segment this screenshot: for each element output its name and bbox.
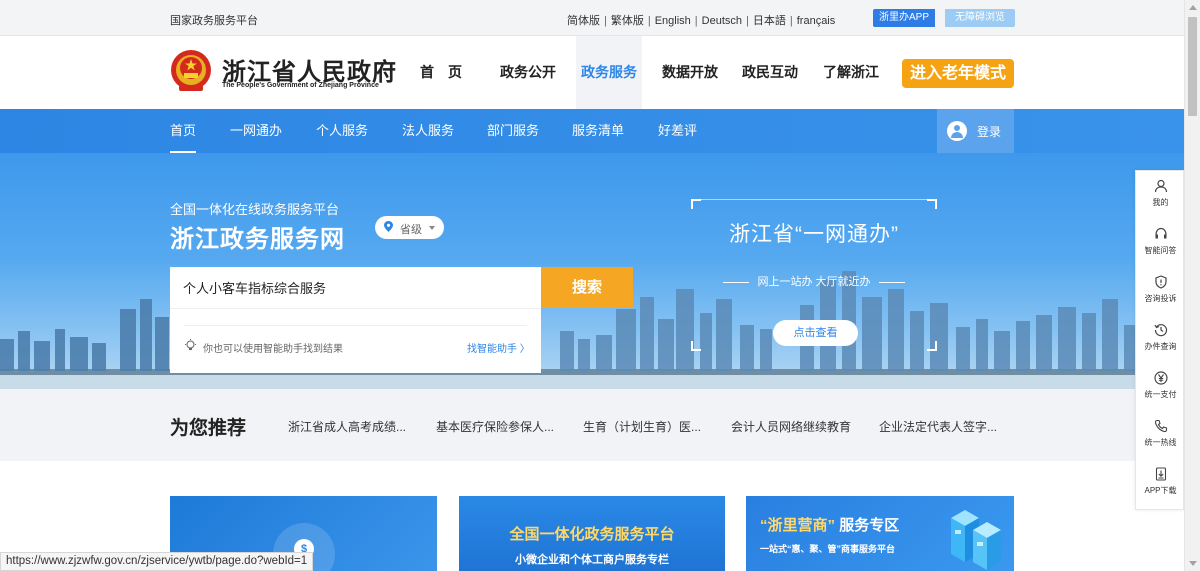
recommend-item[interactable]: 基本医疗保险参保人... (436, 418, 554, 435)
promo-slogan: 网上一站办 大厅就近办 (691, 273, 937, 289)
region-level-select[interactable]: 省级 (375, 216, 444, 239)
lang-japanese[interactable]: 日本語 (753, 15, 786, 27)
login-label: 登录 (977, 125, 1002, 139)
nav-open-data[interactable]: 数据开放 (662, 36, 718, 109)
frame-corner (927, 341, 937, 351)
search-input[interactable] (170, 267, 541, 308)
status-bar-url: https://www.zjzwfw.gov.cn/zjservice/ywtb… (0, 552, 314, 571)
promo-title: 浙江省“一网通办” (729, 223, 899, 246)
nav-interaction[interactable]: 政民互动 (742, 36, 798, 109)
frame-corner (691, 199, 701, 209)
search-suggestion-panel: 你也可以使用智能助手找到结果 找智能助手 〉 (170, 308, 541, 373)
phone-icon (1154, 419, 1167, 433)
hero-subtitle: 全国一体化在线政务服务平台 (170, 202, 340, 217)
elder-mode-button[interactable]: 进入老年模式 (902, 59, 1014, 88)
toolbar-label: 统一支付 (1144, 390, 1177, 399)
history-icon (1153, 324, 1167, 337)
toolbar-case-query[interactable]: 办件查询 (1136, 323, 1185, 352)
yen-icon (1153, 371, 1168, 385)
lang-traditional[interactable]: 繁体版 (611, 15, 644, 27)
region-level-value: 省级 (400, 224, 422, 236)
recommend-section: 为您推荐 浙江省成人高考成绩... 基本医疗保险参保人... 生育（计划生育）医… (0, 389, 1184, 461)
subnav-legal-entity[interactable]: 法人服务 (402, 109, 454, 153)
card-title: “浙里营商” 服务专区 (760, 514, 899, 535)
lang-german[interactable]: Deutsch (702, 15, 742, 27)
nav-about-zhejiang[interactable]: 了解浙江 (823, 36, 879, 109)
subnav-one-stop[interactable]: 一网通办 (230, 109, 282, 153)
nav-gov-services[interactable]: 政务服务 (576, 36, 642, 109)
floating-toolbar: 我的 智能问答 咨询投诉 办件查询 统一支付 统一热线 APP下载 (1135, 170, 1184, 510)
user-icon (1154, 179, 1167, 193)
lightbulb-icon (185, 339, 196, 350)
recommend-item[interactable]: 会计人员网络继续教育 (731, 418, 851, 435)
login-button[interactable]: 登录 (937, 109, 1014, 153)
recommend-item[interactable]: 生育（计划生育）医... (583, 418, 701, 435)
subnav-personal[interactable]: 个人服务 (316, 109, 368, 153)
subnav-department[interactable]: 部门服务 (487, 109, 539, 153)
toolbar-payment[interactable]: 统一支付 (1136, 371, 1185, 400)
toolbar-label: 咨询投诉 (1144, 294, 1177, 303)
subnav-rating[interactable]: 好差评 (658, 109, 697, 153)
lang-french[interactable]: français (797, 15, 836, 27)
recommend-heading: 为您推荐 (170, 418, 247, 439)
subnav-service-list[interactable]: 服务清单 (572, 109, 624, 153)
toolbar-complaints[interactable]: 咨询投诉 (1136, 275, 1185, 304)
card-title-quote: “浙里营商” (760, 517, 836, 534)
subnav-home[interactable]: 首页 (170, 109, 197, 153)
toolbar-label: APP下载 (1144, 486, 1177, 495)
frame-corner (691, 341, 701, 351)
frame-corner (927, 199, 937, 209)
national-platform-link[interactable]: 国家政务服务平台 (170, 12, 258, 28)
national-emblem-icon (171, 50, 211, 91)
accessibility-button[interactable]: 无障碍浏览 (945, 9, 1015, 27)
toolbar-label: 统一热线 (1144, 438, 1177, 447)
download-icon (1155, 467, 1166, 481)
toolbar-label: 我的 (1152, 198, 1169, 207)
hero-banner: 全国一体化在线政务服务平台 浙江政务服务网 省级 搜索 你也可以使用智能助手找到… (0, 153, 1184, 389)
user-avatar-icon (947, 121, 967, 141)
search-bar: 搜索 (170, 267, 633, 308)
assistant-hint-text: 你也可以使用智能助手找到结果 (203, 344, 343, 355)
location-pin-icon (384, 221, 393, 232)
feature-card-business-zone[interactable]: “浙里营商” 服务专区 一站式“惠、聚、管”商事服务平台 (746, 496, 1014, 571)
shield-icon (1154, 275, 1167, 289)
chevron-down-icon (429, 226, 435, 230)
divider (184, 325, 527, 326)
language-switcher: 简体版 | 繁体版 | English | Deutsch | 日本語 | français (567, 15, 836, 27)
scroll-down-arrow-icon[interactable] (1189, 561, 1197, 566)
card-subtitle: 一站式“惠、聚、管”商事服务平台 (760, 544, 896, 554)
scroll-thumb[interactable] (1188, 17, 1197, 116)
card-subtitle: 小微企业和个体工商户服务专栏 (515, 554, 669, 566)
scroll-up-arrow-icon[interactable] (1189, 5, 1197, 10)
toolbar-label: 智能问答 (1144, 246, 1177, 255)
toolbar-hotline[interactable]: 统一热线 (1136, 419, 1185, 448)
recommend-item[interactable]: 企业法定代表人签字... (879, 418, 997, 435)
isometric-blocks-illustration (951, 510, 1001, 570)
find-assistant-link[interactable]: 找智能助手 〉 (467, 340, 530, 355)
toolbar-app-download[interactable]: APP下载 (1136, 467, 1185, 496)
search-button[interactable]: 搜索 (541, 267, 633, 308)
toolbar-my-account[interactable]: 我的 (1136, 179, 1185, 208)
hero-title: 浙江政务服务网 (170, 226, 345, 253)
promo-view-button[interactable]: 点击查看 (773, 320, 858, 346)
service-subnav: 首页 一网通办 个人服务 法人服务 部门服务 服务清单 好差评 登录 (0, 109, 1184, 153)
nav-gov-affairs[interactable]: 政务公开 (500, 36, 556, 109)
toolbar-smart-qa[interactable]: 智能问答 (1136, 227, 1185, 256)
headset-icon (1154, 227, 1167, 239)
feature-card-small-business[interactable]: 全国一体化政务服务平台 小微企业和个体工商户服务专栏 (459, 496, 725, 571)
site-logo-english: The People's Government of Zhejiang Prov… (222, 82, 379, 89)
site-header: 浙江省人民政府 The People's Government of Zheji… (0, 36, 1184, 109)
lang-simplified[interactable]: 简体版 (567, 15, 600, 27)
nav-home[interactable]: 首 页 (420, 36, 462, 109)
toolbar-label: 办件查询 (1144, 342, 1177, 351)
app-download-button[interactable]: 浙里办APP (873, 9, 936, 27)
frame-line (701, 199, 927, 200)
card-title-rest: 服务专区 (839, 517, 900, 534)
top-strip: 国家政务服务平台 简体版 | 繁体版 | English | Deutsch | 日本語 | fra… (0, 0, 1184, 36)
card-title: 全国一体化政务服务平台 (509, 526, 675, 543)
one-stop-promo: 浙江省“一网通办” 网上一站办 大厅就近办 点击查看 (691, 199, 937, 351)
vertical-scrollbar[interactable] (1184, 0, 1200, 571)
recommend-item[interactable]: 浙江省成人高考成绩... (288, 418, 406, 435)
lang-english[interactable]: English (655, 15, 691, 27)
